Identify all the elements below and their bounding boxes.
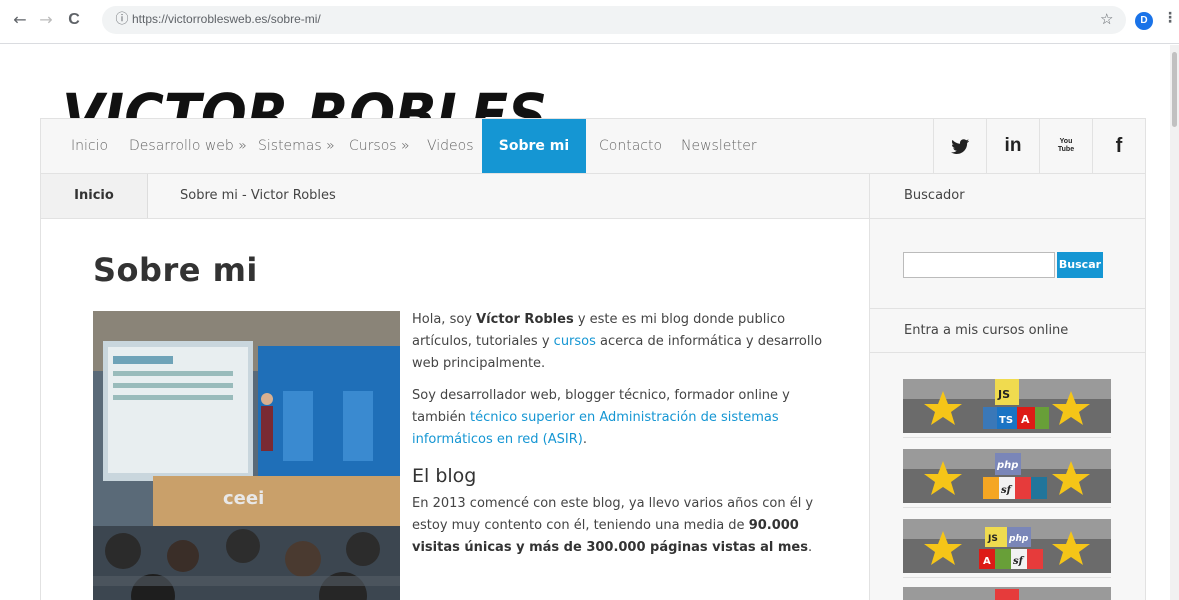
course-banner-js-ts-angular[interactable]: JS TS A <box>903 379 1111 433</box>
badge-angular: A <box>983 556 991 567</box>
info-icon[interactable]: ⓘ <box>112 10 132 30</box>
facebook-icon[interactable]: f <box>1092 119 1145 173</box>
page-scrollbar-thumb[interactable] <box>1172 52 1177 127</box>
reload-button[interactable]: C <box>64 10 84 30</box>
badge-php: php <box>1008 534 1029 544</box>
browser-menu-icon[interactable]: ⋮ <box>1163 10 1177 26</box>
breadcrumb-home-link[interactable]: Inicio <box>41 174 148 218</box>
sidebar-search-title: Buscador <box>870 174 1145 219</box>
url-text[interactable]: https://victorroblesweb.es/sobre-mi/ <box>132 12 321 26</box>
breadcrumb: Inicio Sobre mi - Victor Robles <box>40 174 869 219</box>
sidebar: Buscador Buscar Entra a mis cursos onlin… <box>869 174 1146 600</box>
back-button[interactable]: ← <box>10 10 30 30</box>
youtube-icon[interactable]: You Tube <box>1039 119 1092 173</box>
page-title: Sobre mi <box>93 251 258 289</box>
article-body: Hola, soy Víctor Robles y este es mi blo… <box>412 309 832 569</box>
badge-js: JS <box>997 388 1010 401</box>
page-scrollbar[interactable] <box>1170 45 1179 600</box>
breadcrumb-current: Sobre mi - Victor Robles <box>180 188 336 203</box>
menu-item-cursos[interactable]: Cursos » <box>349 119 410 173</box>
divider <box>903 507 1111 508</box>
menu-item-desarrollo-web[interactable]: Desarrollo web » <box>129 119 247 173</box>
badge-js: JS <box>987 534 998 544</box>
address-bar[interactable]: ⓘ https://victorroblesweb.es/sobre-mi/ <box>102 6 1126 34</box>
badge-symfony: sf <box>1013 556 1025 567</box>
badge-symfony: sf <box>1001 485 1013 496</box>
svg-text:ceei: ceei <box>223 488 264 509</box>
youtube-label: You Tube <box>1057 138 1075 153</box>
course-banner-partial[interactable] <box>903 587 1111 600</box>
bookmark-star-icon[interactable]: ☆ <box>1100 10 1113 28</box>
menu-item-sobre-mi[interactable]: Sobre mi <box>482 119 586 173</box>
search-input[interactable] <box>903 252 1055 278</box>
twitter-icon[interactable] <box>933 119 986 173</box>
cursos-link[interactable]: cursos <box>554 334 596 349</box>
linkedin-icon[interactable]: in <box>986 119 1039 173</box>
menu-item-sistemas[interactable]: Sistemas » <box>258 119 335 173</box>
web-page: VICTOR ROBLES Inicio Desarrollo web » Si… <box>0 45 1179 600</box>
menu-item-inicio[interactable]: Inicio <box>71 119 108 173</box>
menu-item-contacto[interactable]: Contacto <box>599 119 662 173</box>
forward-button[interactable]: → <box>36 10 56 30</box>
profile-avatar[interactable]: D <box>1135 12 1153 30</box>
course-banner-php-symfony[interactable]: php sf <box>903 449 1111 503</box>
badge-php: php <box>996 460 1018 471</box>
divider <box>903 577 1111 578</box>
divider <box>903 437 1111 438</box>
badge-ts: TS <box>999 415 1013 426</box>
badge-angular: A <box>1021 413 1030 426</box>
blog-paragraph: En 2013 comencé con este blog, ya llevo … <box>412 496 814 555</box>
main-content: Sobre mi ceei Hola, soy Víctor Robles y … <box>40 219 869 600</box>
menu-item-newsletter[interactable]: Newsletter <box>681 119 757 173</box>
intro-paragraph: Hola, soy Víctor Robles y este es mi blo… <box>412 312 823 371</box>
role-paragraph: Soy desarrollador web, blogger técnico, … <box>412 388 790 447</box>
blog-heading: El blog <box>412 465 477 487</box>
conference-photo: ceei <box>93 311 400 600</box>
menu-item-videos[interactable]: Videos <box>427 119 474 173</box>
sidebar-courses-title: Entra a mis cursos online <box>870 308 1145 353</box>
browser-toolbar: ← → C ⓘ https://victorroblesweb.es/sobre… <box>0 0 1179 44</box>
main-menu: Inicio Desarrollo web » Sistemas » Curso… <box>40 118 1146 174</box>
search-button[interactable]: Buscar <box>1057 252 1103 278</box>
course-banner-js-php-angular-symfony[interactable]: JS php A sf <box>903 519 1111 573</box>
